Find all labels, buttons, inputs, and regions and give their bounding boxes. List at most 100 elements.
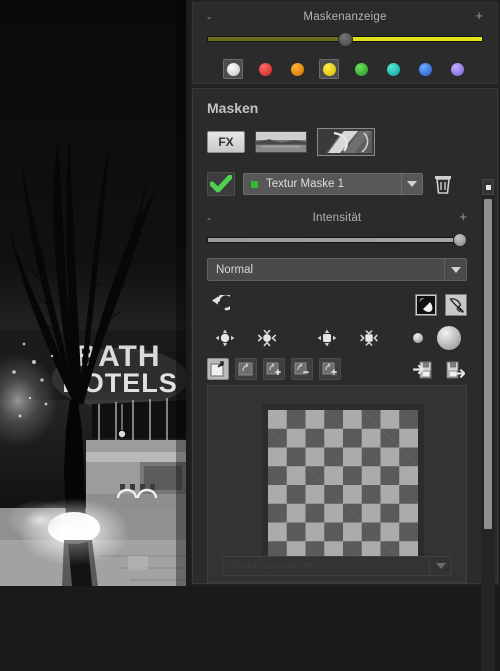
- photo-canvas: BATH HOTELS: [0, 0, 186, 586]
- intensity-title: Intensität: [312, 212, 362, 224]
- load-mask-icon: [413, 361, 432, 379]
- texture-thumbnail[interactable]: [317, 128, 375, 156]
- swatch-green-dot: [354, 62, 368, 76]
- texture-thumbnail-image: [320, 131, 372, 153]
- intensity-slider-knob[interactable]: [453, 233, 467, 247]
- save-mask-icon: [446, 361, 465, 379]
- reset-mask-button[interactable]: [207, 294, 231, 318]
- mask-checkerboard-preview[interactable]: [262, 404, 424, 566]
- decrease-feather-button[interactable]: [213, 326, 237, 350]
- texture-preset-chevron-down-icon[interactable]: [429, 557, 451, 575]
- intersect-mask-icon: [322, 362, 337, 376]
- swatch-white-dot: [226, 62, 240, 76]
- swatch-teal[interactable]: [383, 59, 403, 79]
- masks-panel-title: Masken: [207, 100, 259, 116]
- texture-preset-value: Textur auswählen: [230, 560, 316, 572]
- scrollbar-thumb[interactable]: [484, 199, 492, 529]
- scroll-up-button[interactable]: [482, 179, 494, 195]
- brush-size-controls: [315, 326, 381, 350]
- swatch-red-dot: [258, 62, 272, 76]
- swatch-blue-dot: [418, 62, 432, 76]
- swatch-green[interactable]: [351, 59, 371, 79]
- increase-feather-icon: [257, 329, 277, 347]
- decrease-brush-size-icon: [317, 329, 337, 347]
- increase-feather-button[interactable]: [255, 326, 279, 350]
- mask-tools-row-1-right: [415, 294, 467, 316]
- mask-tools-row-3: [207, 358, 467, 384]
- trash-icon: [435, 176, 451, 194]
- green-checkmark-icon: [210, 175, 232, 193]
- mask-color-marker: [251, 180, 258, 188]
- swatch-purple-dot: [450, 62, 464, 76]
- add-mask-icon: [266, 362, 281, 375]
- intensity-increase-label[interactable]: +: [459, 210, 467, 224]
- swatch-orange-dot: [290, 62, 304, 76]
- brush-size-previews: [413, 326, 461, 350]
- add-mask-button[interactable]: [263, 358, 285, 380]
- increase-brush-size-icon: [360, 330, 378, 346]
- blend-mode-chevron-down-icon[interactable]: [444, 259, 466, 280]
- save-mask-button[interactable]: [443, 358, 467, 382]
- intensity-slider-track[interactable]: [207, 237, 467, 243]
- swatch-orange[interactable]: [287, 59, 307, 79]
- feather-controls: [213, 326, 279, 350]
- mask-display-title: Maskenanzeige: [303, 11, 387, 23]
- masks-panel-scrollbar[interactable]: [481, 179, 495, 671]
- increase-brush-size-button[interactable]: [357, 326, 381, 350]
- mask-tools-row-1: [207, 294, 467, 322]
- checkerboard-grid: [268, 410, 418, 560]
- intersect-mask-button[interactable]: [319, 358, 341, 380]
- subtract-mask-icon: [294, 362, 309, 375]
- application-window: BATH HOTELS - Maskenanzeige + Masken FX …: [0, 0, 500, 671]
- mask-tools-row-2: [207, 326, 467, 352]
- mask-display-slider-header: - Maskenanzeige +: [207, 9, 483, 27]
- load-mask-button[interactable]: [411, 358, 435, 382]
- reset-mask-icon: [212, 295, 230, 311]
- mask-color-swatches: [193, 59, 497, 79]
- invert-mask-button[interactable]: [415, 294, 437, 316]
- new-mask-button[interactable]: [207, 358, 229, 380]
- swatch-blue[interactable]: [415, 59, 435, 79]
- chevron-down-icon[interactable]: [401, 174, 422, 194]
- landscape-thumbnail-image: [256, 132, 306, 152]
- swatch-red[interactable]: [255, 59, 275, 79]
- blend-mode-value: Normal: [216, 263, 254, 276]
- mask-tools-row-1-left: [207, 294, 231, 318]
- swatch-purple[interactable]: [447, 59, 467, 79]
- blend-mode-dropdown[interactable]: Normal: [207, 258, 467, 281]
- large-brush-preview[interactable]: [437, 326, 461, 350]
- swatch-yellow-dot: [322, 62, 336, 76]
- mask-select-value: Textur Maske 1: [266, 178, 344, 190]
- right-panel-column: - Maskenanzeige + Masken FX Textur Maske…: [190, 0, 500, 671]
- fx-button[interactable]: FX: [207, 131, 245, 153]
- image-preview[interactable]: BATH HOTELS: [0, 0, 186, 586]
- mask-select-dropdown[interactable]: Textur Maske 1: [243, 173, 423, 195]
- swatch-yellow[interactable]: [319, 59, 339, 79]
- texture-preset-dropdown[interactable]: Textur auswählen: [222, 556, 452, 576]
- mask-io-buttons: [411, 358, 467, 382]
- intensity-slider-header: - Intensität +: [207, 210, 467, 228]
- mask-display-slider-knob[interactable]: [338, 32, 353, 47]
- brush-eraser-button[interactable]: [445, 294, 467, 316]
- landscape-thumbnail[interactable]: [255, 131, 307, 153]
- mask-selector-row: Textur Maske 1: [207, 172, 481, 196]
- mask-display-slider[interactable]: [207, 32, 483, 47]
- delete-mask-button[interactable]: [431, 172, 455, 196]
- copy-mask-icon: [238, 362, 253, 376]
- swatch-teal-dot: [386, 62, 400, 76]
- decrease-brush-size-button[interactable]: [315, 326, 339, 350]
- copy-mask-button[interactable]: [235, 358, 257, 380]
- subtract-mask-button[interactable]: [291, 358, 313, 380]
- mask-display-increase-label[interactable]: +: [475, 9, 483, 23]
- mask-enabled-checkbox[interactable]: [207, 172, 235, 196]
- decrease-feather-icon: [215, 329, 235, 347]
- new-mask-icon: [210, 361, 224, 377]
- mask-type-row: FX: [207, 128, 481, 156]
- swatch-white[interactable]: [223, 59, 243, 79]
- masks-panel-content: Masken FX Textur Maske 1 - Intensität + …: [193, 89, 481, 583]
- intensity-slider[interactable]: [207, 233, 467, 247]
- small-brush-preview[interactable]: [413, 333, 423, 343]
- mask-op-buttons: [207, 358, 341, 380]
- mask-preview-area: Textur auswählen: [207, 385, 467, 583]
- invert-mask-icon: [417, 296, 435, 314]
